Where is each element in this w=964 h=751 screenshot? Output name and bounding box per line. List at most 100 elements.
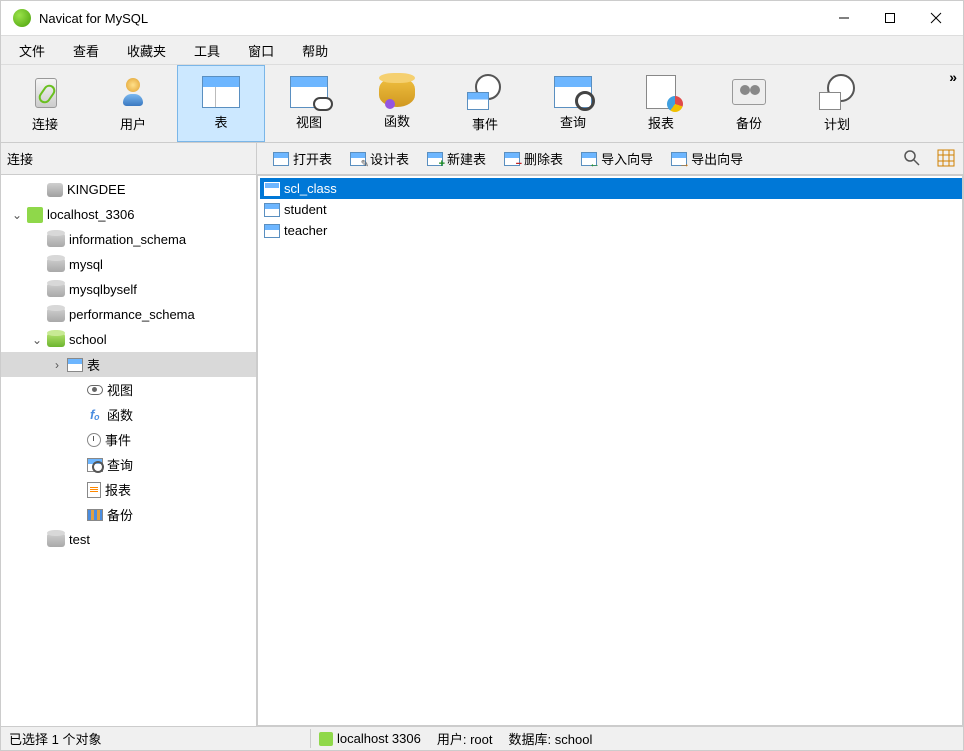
tree-item[interactable]: ⌄school (1, 327, 256, 352)
event-icon (87, 433, 101, 447)
tree-item[interactable]: 视图 (1, 377, 256, 402)
menu-item[interactable]: 文件 (5, 37, 59, 64)
toolbar-table-button[interactable]: 表 (177, 65, 265, 142)
toolbar-report-button[interactable]: 报表 (617, 65, 705, 142)
tree-item[interactable]: test (1, 527, 256, 552)
status-selection: 已选择 1 个对象 (1, 729, 311, 748)
toolbar-label: 用户 (120, 114, 146, 133)
plan-icon (819, 74, 855, 110)
table-icon (264, 182, 280, 196)
toolbar-plan-button[interactable]: 计划 (793, 65, 881, 142)
event-icon (467, 74, 503, 110)
toolbar-view-button[interactable]: 视图 (265, 65, 353, 142)
toolbar-label: 备份 (736, 113, 762, 132)
search-icon[interactable] (903, 149, 923, 169)
toolbar-query-button[interactable]: 查询 (529, 65, 617, 142)
table-icon (264, 224, 280, 238)
tree-label: localhost_3306 (47, 207, 134, 222)
table-list-item[interactable]: scl_class (260, 178, 962, 199)
objtool-label: 导入向导 (601, 149, 653, 168)
table-icon (264, 203, 280, 217)
connection-tree[interactable]: KINGDEE ⌄ localhost_3306 information_schema… (1, 175, 257, 726)
tree-label: test (69, 532, 90, 547)
status-bar: 已选择 1 个对象 localhost 3306 用户: root 数据库: s… (1, 726, 963, 750)
objtool-edit-button[interactable]: 设计表 (342, 147, 417, 170)
tree-item[interactable]: 备份 (1, 502, 256, 527)
tree-item[interactable]: mysqlbyself (1, 277, 256, 302)
user-icon (115, 74, 151, 110)
tree-label: 查询 (107, 455, 133, 474)
table-list-item[interactable]: teacher (260, 220, 962, 241)
menubar: 文件查看收藏夹工具窗口帮助 (1, 35, 963, 65)
tree-item[interactable]: information_schema (1, 227, 256, 252)
menu-item[interactable]: 查看 (59, 37, 113, 64)
tree-item[interactable]: fₒ函数 (1, 402, 256, 427)
tree-label: 视图 (107, 380, 133, 399)
objtool-label: 删除表 (524, 149, 563, 168)
connect-icon (27, 74, 63, 110)
menu-item[interactable]: 工具 (180, 37, 234, 64)
minimize-button[interactable] (821, 3, 867, 33)
maximize-button[interactable] (867, 3, 913, 33)
table-icon (202, 76, 240, 108)
tree-item[interactable]: ›表 (1, 352, 256, 377)
query-icon (87, 458, 103, 472)
objtool-minus-button[interactable]: 删除表 (496, 147, 571, 170)
tree-item[interactable]: KINGDEE (1, 177, 256, 202)
tree-item[interactable]: performance_schema (1, 302, 256, 327)
tree-item[interactable]: 事件 (1, 427, 256, 452)
objtool-open-button[interactable]: 打开表 (265, 147, 340, 170)
func-icon (379, 77, 415, 107)
toolbar-label: 连接 (32, 114, 58, 133)
expander-icon[interactable]: ⌄ (31, 333, 43, 347)
database-active-icon (47, 333, 65, 347)
tree-label: information_schema (69, 232, 186, 247)
objtool-wiz_out-button[interactable]: 导出向导 (663, 147, 751, 170)
object-toolbar: 打开表设计表 新建表 删除表 导入向导导出向导 (257, 143, 963, 174)
objtool-label: 新建表 (447, 149, 486, 168)
menu-item[interactable]: 收藏夹 (113, 37, 180, 64)
tree-item[interactable]: 查询 (1, 452, 256, 477)
tree-item[interactable]: 报表 (1, 477, 256, 502)
grid-view-icon[interactable] (937, 149, 957, 169)
toolbar-user-button[interactable]: 用户 (89, 65, 177, 142)
tree-label: 报表 (105, 480, 131, 499)
toolbar-backup-button[interactable]: 备份 (705, 65, 793, 142)
report-icon (87, 482, 101, 498)
objtool-wiz_in-button[interactable]: 导入向导 (573, 147, 661, 170)
plus-icon (427, 152, 443, 166)
sub-toolbar-row: 连接 打开表设计表新建表删除表导入向导导出向导 (1, 143, 963, 175)
tree-label: performance_schema (69, 307, 195, 322)
backup-icon (730, 75, 768, 109)
view-icon (87, 385, 103, 395)
tree-item[interactable]: mysql (1, 252, 256, 277)
table-name: teacher (284, 223, 327, 238)
tree-label: 备份 (107, 505, 133, 524)
function-icon: fₒ (87, 407, 103, 422)
expander-icon[interactable]: › (51, 358, 63, 372)
toolbar-label: 报表 (648, 113, 674, 132)
database-icon (47, 283, 65, 297)
toolbar-connect-button[interactable]: 连接 (1, 65, 89, 142)
titlebar: Navicat for MySQL (1, 1, 963, 35)
status-user: 用户: root (429, 729, 501, 748)
report-icon (646, 75, 676, 109)
toolbar-func-button[interactable]: 函数 (353, 65, 441, 142)
toolbar-event-button[interactable]: 事件 (441, 65, 529, 142)
close-button[interactable] (913, 3, 959, 33)
table-list-item[interactable]: student (260, 199, 962, 220)
expander-icon[interactable]: ⌄ (11, 208, 23, 222)
objtool-plus-button[interactable]: 新建表 (419, 147, 494, 170)
tree-item[interactable]: ⌄ localhost_3306 (1, 202, 256, 227)
menu-item[interactable]: 帮助 (288, 37, 342, 64)
database-icon (47, 533, 65, 547)
view-icon (290, 76, 328, 108)
status-connection: localhost 3306 (311, 731, 429, 747)
toolbar-overflow-button[interactable]: » (949, 69, 957, 85)
object-list[interactable]: scl_classstudent teacher (257, 175, 963, 726)
tree-label: 事件 (105, 430, 131, 449)
database-icon (47, 258, 65, 272)
database-icon (47, 308, 65, 322)
tree-label: mysqlbyself (69, 282, 137, 297)
menu-item[interactable]: 窗口 (234, 37, 288, 64)
